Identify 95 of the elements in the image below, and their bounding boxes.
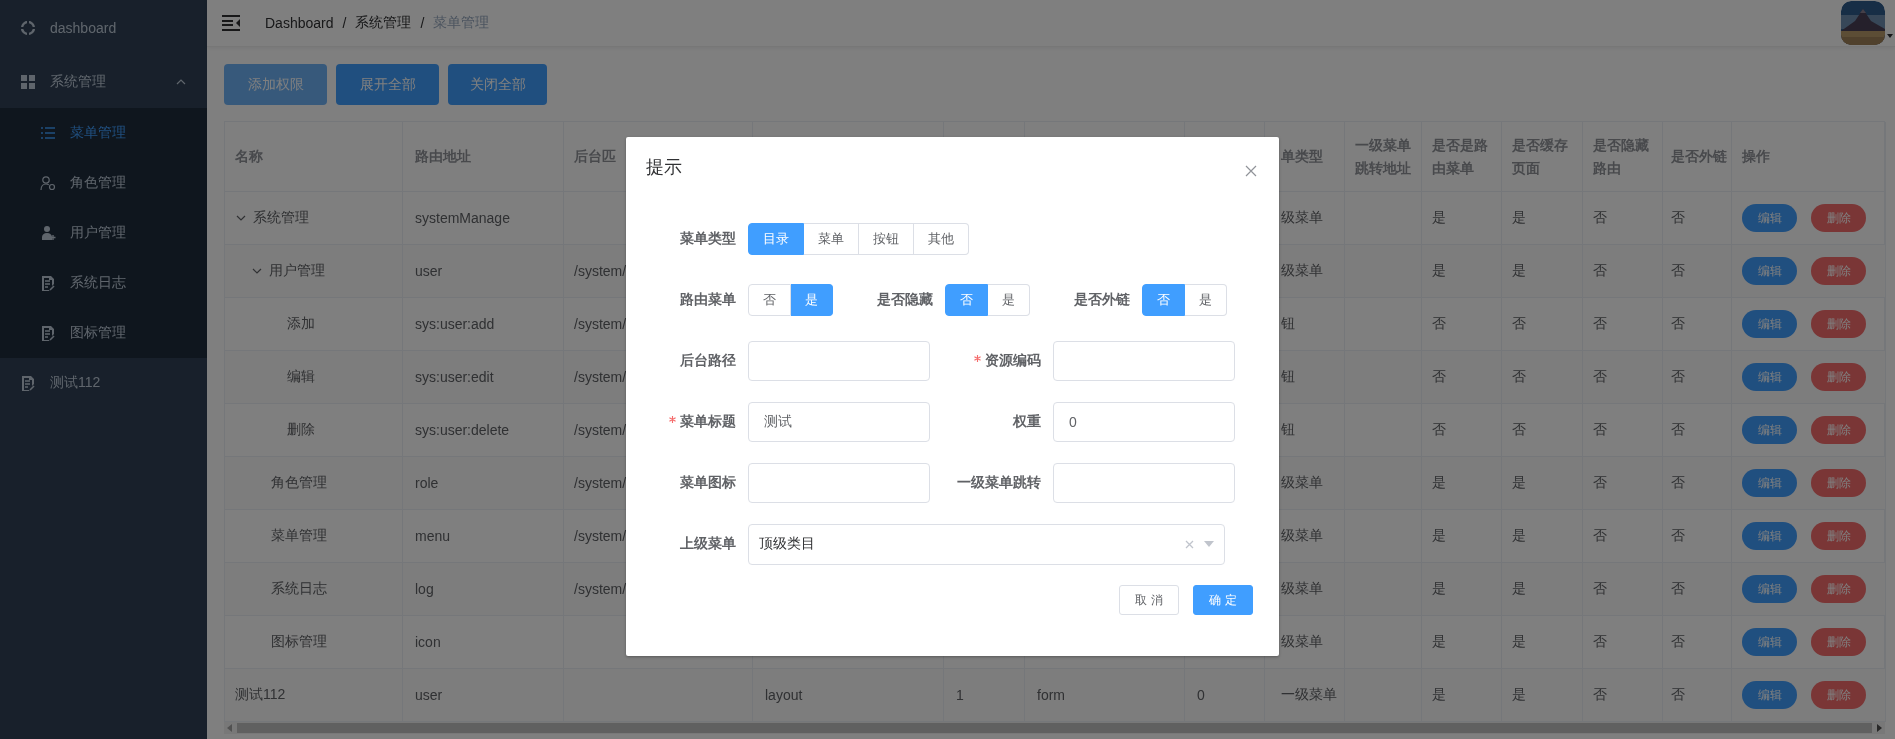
sidebar-item[interactable]: 系统管理 <box>0 56 207 108</box>
delete-button[interactable]: 删除 <box>1811 681 1866 709</box>
delete-button[interactable]: 删除 <box>1811 469 1866 497</box>
delete-button[interactable]: 删除 <box>1811 310 1866 338</box>
confirm-button[interactable]: 确 定 <box>1193 585 1253 615</box>
table-cell: 否 <box>1663 563 1732 616</box>
delete-button[interactable]: 删除 <box>1811 522 1866 550</box>
field-label: 后台路径 <box>680 352 736 370</box>
table-cell: 0 <box>1185 669 1265 722</box>
table-cell: log <box>403 563 564 616</box>
delete-button[interactable]: 删除 <box>1811 204 1866 232</box>
table-cell: 是 <box>1422 245 1502 298</box>
table-cell: 否 <box>1663 669 1732 722</box>
edit-button[interactable]: 编辑 <box>1742 310 1797 338</box>
toolbar-button[interactable]: 关闭全部 <box>448 64 547 105</box>
table-cell: 是 <box>1422 457 1502 510</box>
radio-button[interactable]: 其他 <box>914 223 969 255</box>
field-label: 菜单类型 <box>680 230 736 248</box>
table-cell: 否 <box>1583 669 1663 722</box>
sidebar-item[interactable]: 测试112 <box>0 358 207 408</box>
field-label: 是否外链 <box>1074 291 1130 309</box>
table-cell: role <box>403 457 564 510</box>
table-cell: 一级菜单 <box>1265 669 1345 722</box>
table-cell-text: 测试112 <box>235 686 286 704</box>
edit-button[interactable]: 编辑 <box>1742 257 1797 285</box>
dialog-title: 提示 <box>646 156 682 179</box>
radio-button[interactable]: 按钮 <box>859 223 914 255</box>
edit-button[interactable]: 编辑 <box>1742 522 1797 550</box>
table-cell: form <box>1025 669 1185 722</box>
field-label: 资源编码 <box>985 352 1041 370</box>
radio-button[interactable]: 菜单 <box>804 223 859 255</box>
edit-button[interactable]: 编辑 <box>1742 628 1797 656</box>
radio-button[interactable]: 是 <box>1185 284 1227 316</box>
table-cell: 否 <box>1583 563 1663 616</box>
breadcrumb-item[interactable]: 系统管理 <box>355 14 412 32</box>
field-label: 是否隐藏 <box>877 291 933 309</box>
edit-button[interactable]: 编辑 <box>1742 363 1797 391</box>
table-cell: 否 <box>1502 351 1583 404</box>
edit-button[interactable]: 编辑 <box>1742 469 1797 497</box>
table-cell: 否 <box>1663 245 1732 298</box>
table-cell: 否 <box>1583 457 1663 510</box>
table-cell: 1 <box>944 669 1025 722</box>
table-cell-text: 编辑 <box>287 368 315 386</box>
delete-button[interactable]: 删除 <box>1811 628 1866 656</box>
breadcrumb-item[interactable]: Dashboard <box>265 15 334 31</box>
table-cell: 是 <box>1502 457 1583 510</box>
table-cell-text: 菜单管理 <box>271 527 327 545</box>
table-cell: 否 <box>1422 351 1502 404</box>
edit-button[interactable]: 编辑 <box>1742 204 1797 232</box>
table-cell-text: 系统日志 <box>271 580 327 598</box>
radio-button[interactable]: 是 <box>791 284 833 316</box>
radio-button[interactable]: 否 <box>748 284 791 316</box>
table-cell: sys:user:edit <box>403 351 564 404</box>
table-cell: 是 <box>1502 245 1583 298</box>
table-cell-text: 删除 <box>287 421 315 439</box>
breadcrumb-separator: / <box>420 15 425 31</box>
table-cell: user <box>403 245 564 298</box>
field-label: 菜单图标 <box>680 474 736 492</box>
table-cell: user <box>403 669 564 722</box>
field-label: 一级菜单跳转 <box>957 474 1041 492</box>
table-cell: 否 <box>1663 351 1732 404</box>
sidebar-item[interactable]: dashboard <box>0 0 207 56</box>
delete-button[interactable]: 删除 <box>1811 575 1866 603</box>
edit-button[interactable]: 编辑 <box>1742 681 1797 709</box>
table-cell-text: 添加 <box>287 315 315 333</box>
field-label: 权重 <box>1013 413 1041 431</box>
radio-button[interactable]: 是 <box>988 284 1030 316</box>
delete-button[interactable]: 删除 <box>1811 257 1866 285</box>
table-cell: 是 <box>1502 669 1583 722</box>
edit-button[interactable]: 编辑 <box>1742 416 1797 444</box>
table-cell-text: 角色管理 <box>271 474 327 492</box>
radio-button[interactable]: 目录 <box>748 223 804 255</box>
breadcrumb-separator: / <box>342 15 347 31</box>
field-label: 上级菜单 <box>680 535 736 553</box>
field-label: 菜单标题 <box>680 413 736 431</box>
table-cell: layout <box>753 669 944 722</box>
table-cell-text: 图标管理 <box>271 633 327 651</box>
edit-button[interactable]: 编辑 <box>1742 575 1797 603</box>
radio-button[interactable]: 否 <box>945 284 988 316</box>
table-cell-text: 用户管理 <box>269 262 325 280</box>
table-cell: 是 <box>1502 563 1583 616</box>
table-cell: 是 <box>1422 669 1502 722</box>
delete-button[interactable]: 删除 <box>1811 416 1866 444</box>
table-cell: 否 <box>1583 351 1663 404</box>
delete-button[interactable]: 删除 <box>1811 363 1866 391</box>
table-cell: 否 <box>1663 457 1732 510</box>
cancel-button[interactable]: 取 消 <box>1119 585 1179 615</box>
table-cell: 否 <box>1583 245 1663 298</box>
table-cell-text: 系统管理 <box>253 209 309 227</box>
select-field[interactable]: 顶级类目 <box>748 523 1225 565</box>
toolbar-button[interactable]: 展开全部 <box>336 64 439 105</box>
table-cell: 是 <box>1422 563 1502 616</box>
text-field[interactable]: 0 <box>1053 402 1235 442</box>
radio-button[interactable]: 否 <box>1142 284 1185 316</box>
text-field[interactable]: 测试 <box>748 402 930 442</box>
